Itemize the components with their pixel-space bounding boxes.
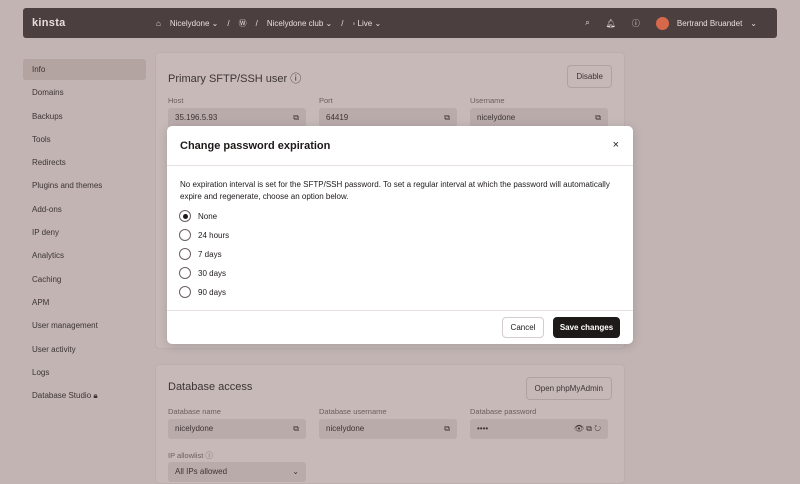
sidebar-item-caching[interactable]: Caching: [23, 269, 146, 290]
username-field[interactable]: nicelydone ⧉: [470, 108, 608, 128]
radio-none[interactable]: None: [179, 210, 217, 222]
sidebar-item-domains[interactable]: Domains: [23, 82, 146, 103]
sidebar-item-apm[interactable]: APM: [23, 292, 146, 313]
modal-description: No expiration interval is set for the SF…: [180, 180, 610, 201]
sidebar-item-logs[interactable]: Logs: [23, 362, 146, 383]
copy-icon[interactable]: ⧉: [444, 108, 450, 128]
database-name-field[interactable]: nicelydone ⧉: [168, 419, 306, 439]
radio-24-hours[interactable]: 24 hours: [179, 229, 229, 241]
help-icon[interactable]: ⓘ: [205, 451, 213, 460]
refresh-icon[interactable]: ↻: [594, 424, 601, 433]
database-password-field[interactable]: •••• 👁︎ ⧉ ↻: [470, 419, 608, 439]
modal-title: Change password expiration: [180, 140, 331, 152]
sidebar-item-plugins[interactable]: Plugins and themes: [23, 175, 146, 196]
disable-button[interactable]: Disable: [567, 65, 612, 88]
breadcrumb: ⌂ Nicelydone ⌄ / Ⓦ / Nicelydone club ⌄ /…: [156, 18, 382, 29]
company-dropdown[interactable]: Nicelydone ⌄: [170, 19, 219, 28]
radio-90-days[interactable]: 90 days: [179, 286, 226, 298]
radio-30-days[interactable]: 30 days: [179, 267, 226, 279]
eye-icon[interactable]: 👁︎: [574, 424, 584, 433]
copy-icon[interactable]: ⧉: [293, 419, 299, 439]
copy-icon[interactable]: ⧉: [444, 419, 450, 439]
change-password-expiration-modal: Change password expiration × No expirati…: [167, 126, 633, 344]
sidebar-item-user-activity[interactable]: User activity: [23, 339, 146, 360]
help-icon[interactable]: ⓘ: [632, 18, 640, 29]
database-username-field[interactable]: nicelydone ⧉: [319, 419, 457, 439]
help-icon[interactable]: ⓘ: [290, 73, 301, 85]
host-field[interactable]: 35.196.5.93 ⧉: [168, 108, 306, 128]
kinsta-logo[interactable]: kinsta: [32, 17, 66, 29]
chevron-down-icon: ⌄: [292, 467, 299, 476]
radio-7-days[interactable]: 7 days: [179, 248, 222, 260]
search-icon[interactable]: ⌕: [585, 18, 589, 28]
sidebar: Info Domains Backups Tools Redirects Plu…: [23, 59, 146, 408]
top-bar: kinsta ⌂ Nicelydone ⌄ / Ⓦ / Nicelydone c…: [23, 8, 777, 38]
wordpress-icon[interactable]: Ⓦ: [239, 18, 247, 29]
sidebar-item-addons[interactable]: Add-ons: [23, 199, 146, 220]
ip-allowlist-select[interactable]: All IPs allowed ⌄: [168, 462, 306, 482]
home-icon[interactable]: ⌂: [156, 19, 161, 28]
sftp-title: Primary SFTP/SSH user: [168, 73, 288, 85]
divider: [167, 310, 633, 311]
cancel-button[interactable]: Cancel: [502, 317, 544, 338]
user-menu[interactable]: Bertrand Bruandet ⌄: [655, 16, 757, 30]
copy-icon[interactable]: ⧉: [293, 108, 299, 128]
sidebar-item-tools[interactable]: Tools: [23, 129, 146, 150]
save-changes-button[interactable]: Save changes: [553, 317, 620, 338]
sidebar-item-analytics[interactable]: Analytics: [23, 245, 146, 266]
avatar: [655, 16, 669, 30]
copy-icon[interactable]: ⧉: [586, 424, 592, 433]
database-title: Database access: [168, 381, 253, 393]
port-field[interactable]: 64419 ⧉: [319, 108, 457, 128]
bell-icon[interactable]: 🔔︎: [606, 19, 616, 28]
sidebar-item-redirects[interactable]: Redirects: [23, 152, 146, 173]
open-phpmyadmin-button[interactable]: Open phpMyAdmin: [525, 377, 612, 400]
sidebar-item-user-management[interactable]: User management: [23, 315, 146, 336]
lock-icon: 🔒︎: [93, 391, 98, 401]
sidebar-item-ip-deny[interactable]: IP deny: [23, 222, 146, 243]
sidebar-item-info[interactable]: Info: [23, 59, 146, 80]
database-card: Database access Open phpMyAdmin Database…: [155, 364, 625, 484]
environment-dropdown[interactable]: ◦ Live ⌄: [352, 19, 381, 28]
close-icon[interactable]: ×: [613, 139, 619, 151]
copy-icon[interactable]: ⧉: [595, 108, 601, 128]
sidebar-item-backups[interactable]: Backups: [23, 106, 146, 127]
sidebar-item-database-studio[interactable]: Database Studio 🔒︎: [23, 385, 146, 406]
site-dropdown[interactable]: Nicelydone club ⌄: [267, 19, 332, 28]
